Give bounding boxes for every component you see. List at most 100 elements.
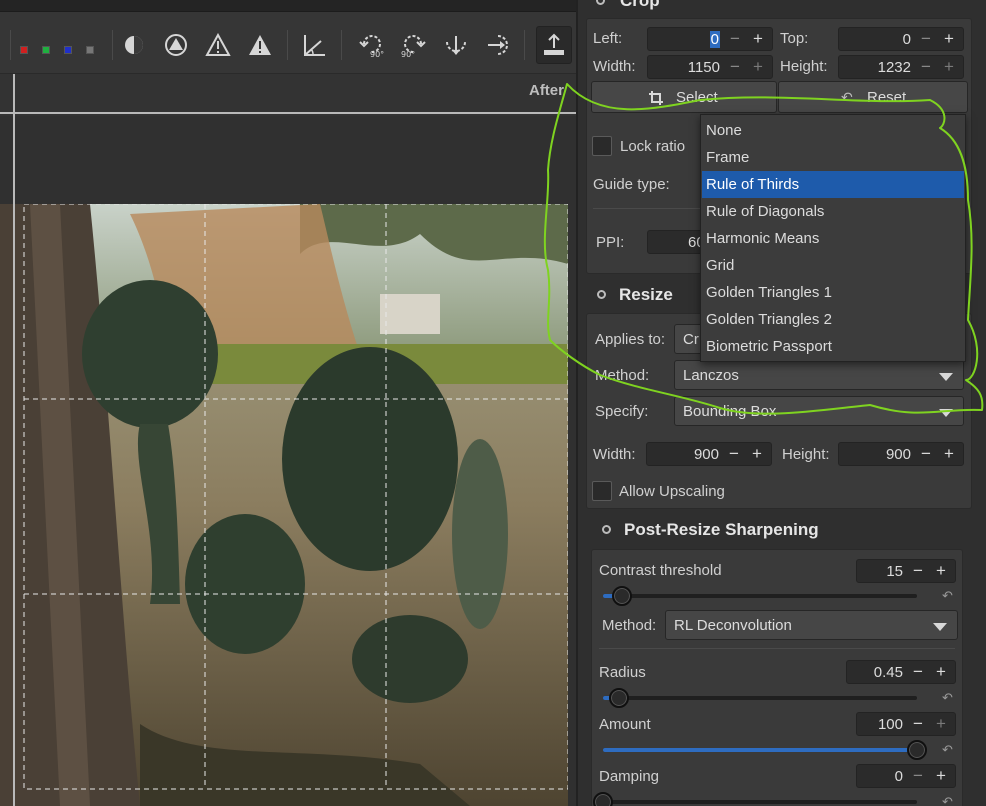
guide-option[interactable]: Frame	[702, 144, 964, 171]
allow-upscaling-checkbox[interactable]	[592, 481, 612, 501]
clipped-shadows-icon[interactable]	[161, 30, 191, 60]
contrast-threshold-label: Contrast threshold	[599, 562, 722, 579]
plus-icon[interactable]: +	[930, 662, 952, 682]
guide-option[interactable]: Golden Triangles 1	[702, 279, 964, 306]
guide-option[interactable]: None	[702, 117, 964, 144]
contrast-threshold-knob[interactable]	[611, 586, 632, 606]
crop-top-value[interactable]: 0	[903, 31, 911, 48]
toolbar-separator	[287, 30, 288, 60]
guide-option[interactable]: Rule of Thirds	[702, 171, 964, 198]
guide-option[interactable]: Golden Triangles 2	[702, 306, 964, 333]
crop-left-spinner[interactable]: 0 − +	[647, 27, 773, 51]
plus-icon[interactable]: +	[938, 57, 960, 77]
damping-spinner[interactable]: 0 − +	[856, 764, 956, 788]
luminance-channel-icon[interactable]	[86, 46, 94, 54]
red-channel-icon[interactable]	[20, 46, 28, 54]
minus-icon[interactable]: −	[907, 662, 929, 682]
save-image-icon[interactable]	[536, 26, 572, 64]
amount-spinner[interactable]: 100 − +	[856, 712, 956, 736]
crop-height-label: Height:	[780, 58, 828, 75]
crop-top-spinner[interactable]: 0 − +	[838, 27, 964, 51]
guide-type-label: Guide type:	[593, 176, 670, 193]
guide-option[interactable]: Grid	[702, 252, 964, 279]
minus-icon[interactable]: −	[724, 57, 746, 77]
plus-icon[interactable]: +	[930, 714, 952, 734]
minus-icon[interactable]: −	[915, 29, 937, 49]
minus-icon[interactable]: −	[724, 29, 746, 49]
amount-knob[interactable]	[907, 740, 927, 760]
resize-width-spinner[interactable]: 900 − +	[646, 442, 772, 466]
warning-outline-icon[interactable]	[203, 30, 233, 60]
resize-method-select[interactable]: Lanczos	[674, 360, 964, 390]
reset-icon[interactable]: ↶	[942, 742, 953, 758]
sharpening-bullet-icon[interactable]	[602, 525, 611, 534]
damping-slider[interactable]	[603, 800, 917, 804]
contrast-threshold-slider[interactable]	[603, 594, 917, 598]
crop-select-label: Select	[676, 89, 718, 106]
radius-slider[interactable]	[603, 696, 917, 700]
guide-option[interactable]: Biometric Passport	[702, 333, 964, 360]
damping-knob[interactable]	[593, 792, 613, 806]
radius-knob[interactable]	[608, 688, 629, 708]
reset-icon[interactable]: ↶	[942, 794, 953, 806]
minus-icon[interactable]: −	[907, 766, 929, 786]
crop-width-value[interactable]: 1150	[688, 59, 720, 76]
amount-slider[interactable]	[603, 748, 917, 752]
resize-width-value[interactable]: 900	[694, 446, 719, 463]
lock-ratio-checkbox[interactable]	[592, 136, 612, 156]
sharpen-method-select[interactable]: RL Deconvolution	[665, 610, 958, 640]
focus-mask-icon[interactable]	[119, 30, 149, 60]
plus-icon[interactable]: +	[930, 766, 952, 786]
radius-value[interactable]: 0.45	[874, 664, 903, 681]
flip-vertical-icon[interactable]	[482, 30, 512, 60]
guide-option[interactable]: Rule of Diagonals	[702, 198, 964, 225]
flip-horizontal-icon[interactable]	[441, 30, 471, 60]
plus-icon[interactable]: +	[930, 561, 952, 581]
image-preview[interactable]	[0, 116, 576, 806]
rotate-left-icon[interactable]: 90°	[357, 30, 387, 60]
reset-icon[interactable]: ↶	[942, 588, 953, 604]
radius-spinner[interactable]: 0.45 − +	[846, 660, 956, 684]
straighten-icon[interactable]	[299, 30, 329, 60]
split-divider[interactable]	[13, 74, 15, 806]
crop-reset-button[interactable]: ↶ Reset	[778, 81, 968, 113]
plus-icon[interactable]: +	[747, 57, 769, 77]
resize-title[interactable]: Resize	[619, 285, 673, 305]
amount-value[interactable]: 100	[878, 716, 903, 733]
warning-filled-icon[interactable]	[245, 30, 275, 60]
damping-value[interactable]: 0	[895, 768, 903, 785]
resize-method-label: Method:	[595, 367, 650, 384]
sharpening-title[interactable]: Post-Resize Sharpening	[624, 520, 819, 540]
green-channel-icon[interactable]	[42, 46, 50, 54]
resize-bullet-icon[interactable]	[597, 290, 606, 299]
minus-icon[interactable]: −	[907, 561, 929, 581]
resize-height-spinner[interactable]: 900 − +	[838, 442, 964, 466]
guide-option[interactable]: Harmonic Means	[702, 225, 964, 252]
minus-icon[interactable]: −	[915, 444, 937, 464]
crop-height-spinner[interactable]: 1232 − +	[838, 55, 964, 79]
resize-height-value[interactable]: 900	[886, 446, 911, 463]
plus-icon[interactable]: +	[938, 29, 960, 49]
top-strip	[0, 0, 576, 12]
minus-icon[interactable]: −	[907, 714, 929, 734]
reset-icon[interactable]: ↶	[942, 690, 953, 706]
crop-title[interactable]: Crop	[620, 0, 660, 11]
resize-method-value: Lanczos	[683, 367, 739, 384]
minus-icon[interactable]: −	[723, 444, 745, 464]
crop-height-value[interactable]: 1232	[878, 59, 911, 76]
ppi-spinner[interactable]: 60	[647, 230, 707, 254]
slider-fill	[603, 748, 917, 752]
minus-icon[interactable]: −	[915, 57, 937, 77]
specify-select[interactable]: Bounding Box	[674, 396, 964, 426]
rotate-right-icon[interactable]: 90°	[398, 30, 428, 60]
plus-icon[interactable]: +	[747, 29, 769, 49]
guide-type-dropdown[interactable]: None Frame Rule of Thirds Rule of Diagonals…	[700, 114, 966, 362]
contrast-threshold-value[interactable]: 15	[886, 563, 903, 580]
plus-icon[interactable]: +	[938, 444, 960, 464]
blue-channel-icon[interactable]	[64, 46, 72, 54]
plus-icon[interactable]: +	[746, 444, 768, 464]
crop-left-value[interactable]: 0	[709, 31, 720, 48]
contrast-threshold-spinner[interactable]: 15 − +	[856, 559, 956, 583]
crop-select-button[interactable]: Select	[591, 81, 777, 113]
crop-width-spinner[interactable]: 1150 − +	[647, 55, 773, 79]
